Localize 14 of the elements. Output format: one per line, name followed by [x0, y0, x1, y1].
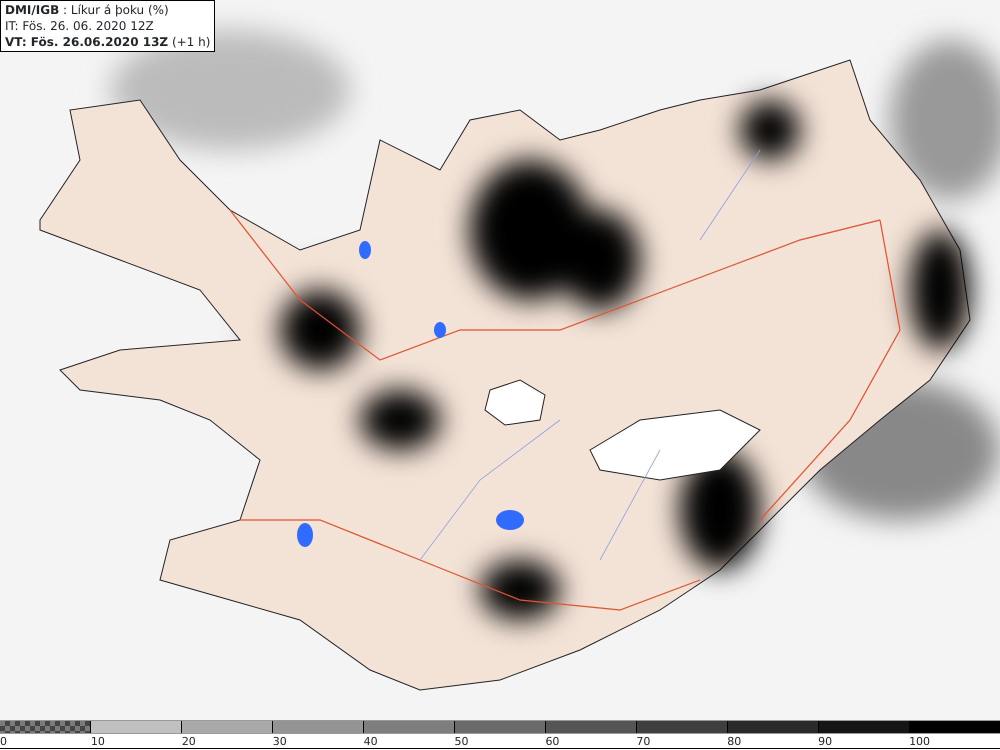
scale-label: 40	[364, 734, 378, 749]
scale-label: 70	[636, 734, 650, 749]
scale-label: 100	[909, 734, 930, 749]
scale-label: 90	[818, 734, 832, 749]
scale-label: 0	[0, 734, 7, 749]
scale-label: 10	[90, 734, 105, 749]
scale-label: 50	[454, 734, 469, 749]
title-line: DMI/IGB : Líkur á þoku (%)	[5, 2, 170, 18]
scale-label: 20	[182, 734, 196, 749]
scale-label: 60	[545, 734, 560, 749]
scale-label: 80	[727, 734, 742, 749]
title-line: IT: Fös. 26. 06. 2020 12Z	[5, 18, 155, 34]
scale-label: 30	[272, 734, 287, 749]
title-line: VT: Fös. 26.06.2020 13Z (+1 h)	[5, 34, 210, 50]
